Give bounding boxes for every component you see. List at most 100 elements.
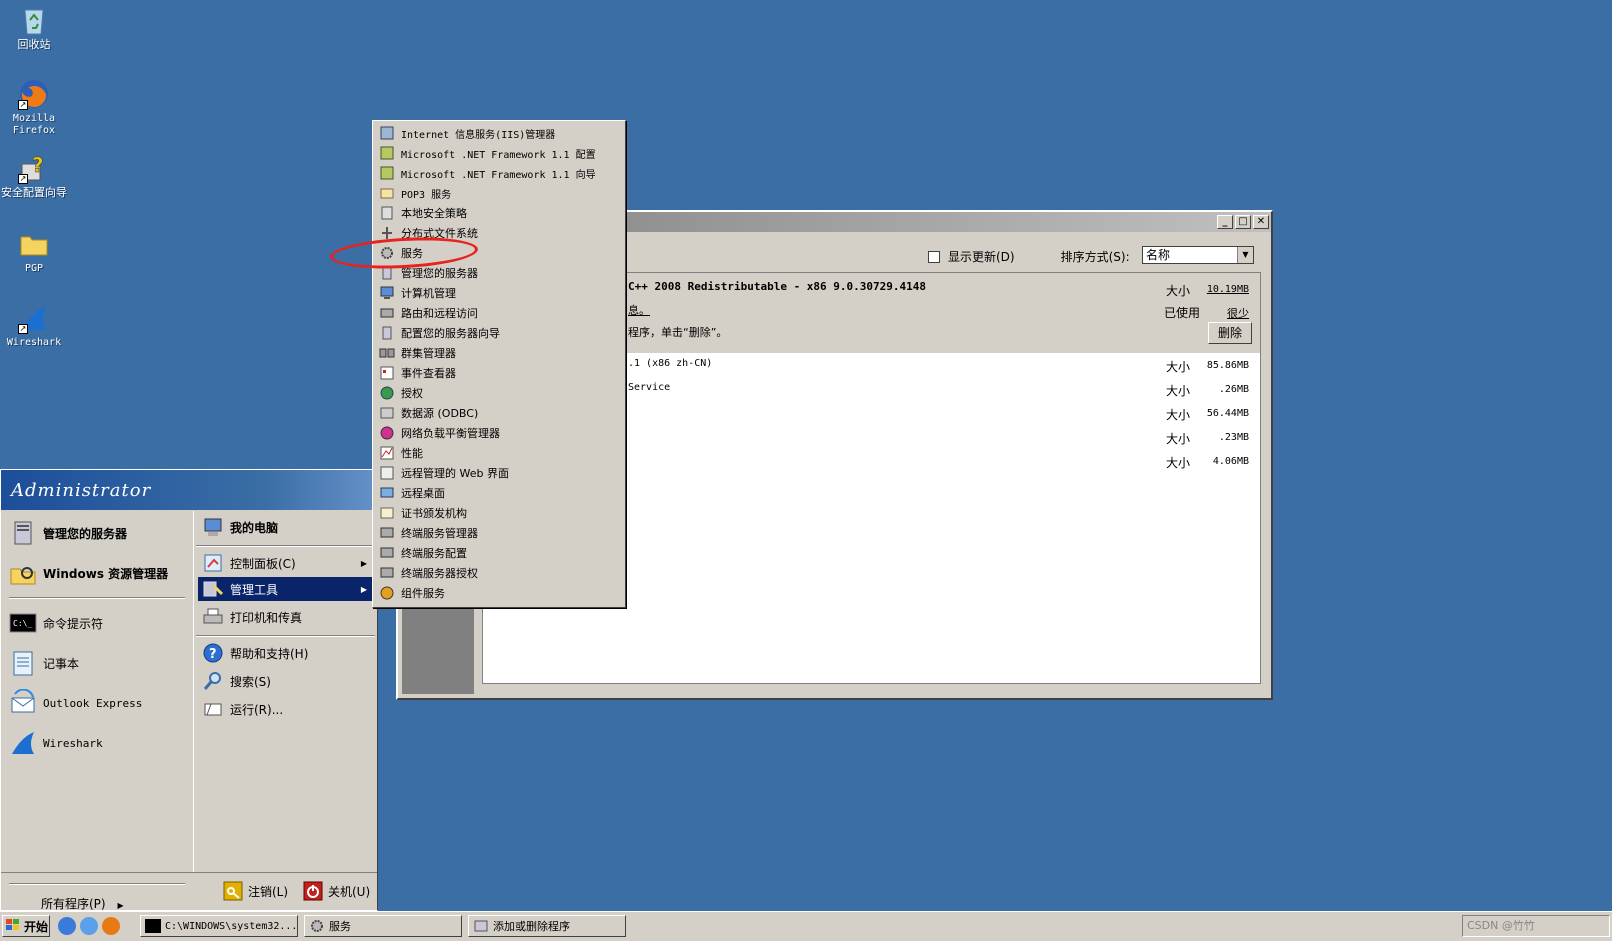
- net-framework-icon: [379, 165, 395, 181]
- start-button[interactable]: 开始: [2, 915, 50, 937]
- component-services-icon: [379, 585, 395, 601]
- menu-item-cluster-manager[interactable]: 群集管理器: [375, 343, 623, 363]
- help-icon: ?: [202, 642, 224, 664]
- desktop-icon-wireshark[interactable]: ↗ Wireshark: [0, 302, 68, 349]
- server-icon: [9, 519, 37, 547]
- desktop-icon-recycle-bin[interactable]: 回收站: [0, 4, 68, 51]
- menu-item-odbc[interactable]: 数据源 (ODBC): [375, 403, 623, 423]
- start-item-label: 帮助和支持(H): [230, 646, 309, 661]
- size-label: 大小: [1166, 456, 1191, 470]
- task-button-services[interactable]: 服务: [304, 915, 462, 937]
- menu-item-label: 授权: [401, 387, 423, 400]
- menu-item-local-security-policy[interactable]: 本地安全策略: [375, 203, 623, 223]
- task-label: 添加或删除程序: [493, 920, 570, 933]
- menu-item-manage-server[interactable]: 管理您的服务器: [375, 263, 623, 283]
- menu-item-computer-management[interactable]: 计算机管理: [375, 283, 623, 303]
- menu-item-event-viewer[interactable]: 事件查看器: [375, 363, 623, 383]
- remove-button[interactable]: 删除: [1208, 322, 1252, 344]
- menu-item-terminal-server-licensing[interactable]: 终端服务器授权: [375, 563, 623, 583]
- start-item-label: Outlook Express: [43, 696, 143, 710]
- start-item-label: 运行(R)...: [230, 702, 284, 717]
- menu-item-pop3[interactable]: POP3 服务: [375, 183, 623, 203]
- menu-item-label: 配置您的服务器向导: [401, 327, 500, 340]
- desktop-icon-firefox[interactable]: ↗ Mozilla Firefox: [0, 78, 68, 137]
- menu-item-routing[interactable]: 路由和远程访问: [375, 303, 623, 323]
- menu-item-component-services[interactable]: 组件服务: [375, 583, 623, 603]
- explorer-icon: [9, 559, 37, 587]
- start-menu: Administrator 管理您的服务器 Windows 资源管理器 C:\_…: [0, 469, 378, 911]
- menu-item-services[interactable]: 服务: [375, 243, 623, 263]
- task-button-cmd[interactable]: C:\WINDOWS\system32...: [140, 915, 298, 937]
- terminal-services-icon: [379, 545, 395, 561]
- menu-item-terminal-services-config[interactable]: 终端服务配置: [375, 543, 623, 563]
- maximize-button[interactable]: □: [1235, 215, 1251, 229]
- minimize-button[interactable]: _: [1217, 215, 1233, 229]
- logoff-button[interactable]: 注销(L): [223, 881, 288, 901]
- menu-item-performance[interactable]: 性能: [375, 443, 623, 463]
- watermark-text: CSDN @竹竹: [1467, 919, 1535, 932]
- menu-item-licensing[interactable]: 授权: [375, 383, 623, 403]
- odbc-icon: [379, 405, 395, 421]
- menu-item-net-wizard[interactable]: Microsoft .NET Framework 1.1 向导: [375, 163, 623, 183]
- menu-item-label: 分布式文件系统: [401, 227, 478, 240]
- start-item-cmd[interactable]: C:\_ 命令提示符: [9, 605, 103, 641]
- start-item-run[interactable]: 运行(R)...: [198, 697, 373, 721]
- support-info-link[interactable]: 息。: [628, 302, 650, 318]
- close-button[interactable]: ✕: [1253, 215, 1269, 229]
- ie-icon[interactable]: [58, 917, 76, 935]
- program-row-text[interactable]: Service: [628, 382, 670, 393]
- menu-item-label: 计算机管理: [401, 287, 456, 300]
- start-item-admin-tools[interactable]: 管理工具 ▶: [198, 577, 373, 601]
- desktop-icon-pgp[interactable]: PGP: [0, 228, 68, 275]
- menu-item-terminal-services-manager[interactable]: 终端服务管理器: [375, 523, 623, 543]
- task-label: 服务: [329, 920, 351, 933]
- desktop-icon-label: Wireshark: [6, 337, 62, 348]
- menu-item-remote-desktop[interactable]: 远程桌面: [375, 483, 623, 503]
- used-value[interactable]: 很少: [1227, 305, 1249, 321]
- selected-program-hint: 程序，单击“删除”。: [628, 326, 728, 339]
- sort-by-value: 名称: [1146, 248, 1171, 262]
- start-item-manage-server[interactable]: 管理您的服务器: [9, 515, 127, 551]
- web-admin-icon: [379, 465, 395, 481]
- menu-item-dfs[interactable]: 分布式文件系统: [375, 223, 623, 243]
- security-policy-icon: [379, 205, 395, 221]
- shutdown-button[interactable]: 关机(U): [303, 881, 370, 901]
- start-item-printers[interactable]: 打印机和传真: [198, 605, 373, 629]
- start-item-help[interactable]: ? 帮助和支持(H): [198, 641, 373, 665]
- start-label: 开始: [24, 919, 49, 934]
- menu-item-net-config[interactable]: Microsoft .NET Framework 1.1 配置: [375, 143, 623, 163]
- start-item-label: 记事本: [43, 656, 80, 671]
- menu-item-label: 终端服务器授权: [401, 567, 478, 580]
- menu-item-label: 服务: [401, 247, 423, 260]
- start-item-search[interactable]: 搜索(S): [198, 669, 373, 693]
- separator: [196, 635, 375, 637]
- start-item-notepad[interactable]: 记事本: [9, 645, 79, 681]
- outlook-express-icon[interactable]: [80, 917, 98, 935]
- start-item-my-computer[interactable]: 我的电脑: [198, 515, 373, 539]
- menu-item-label: 证书颁发机构: [401, 507, 467, 520]
- firefox-icon[interactable]: [102, 917, 120, 935]
- svg-text:?: ?: [32, 153, 44, 177]
- selected-program-name: C++ 2008 Redistributable - x86 9.0.30729…: [628, 280, 927, 293]
- start-item-wireshark[interactable]: Wireshark: [9, 725, 103, 761]
- start-item-label: 控制面板(C): [230, 556, 296, 571]
- quick-launch: [58, 917, 120, 935]
- size-value[interactable]: 10.19MB: [1207, 284, 1249, 295]
- menu-item-configure-server-wizard[interactable]: 配置您的服务器向导: [375, 323, 623, 343]
- menu-item-nlb-manager[interactable]: 网络负载平衡管理器: [375, 423, 623, 443]
- start-item-outlook-express[interactable]: Outlook Express: [9, 685, 142, 721]
- menu-item-remote-admin-web[interactable]: 远程管理的 Web 界面: [375, 463, 623, 483]
- logoff-icon: [223, 881, 243, 901]
- program-row-text[interactable]: .1 (x86 zh-CN): [628, 358, 712, 369]
- certificate-icon: [379, 505, 395, 521]
- menu-item-certificate-authority[interactable]: 证书颁发机构: [375, 503, 623, 523]
- start-item-control-panel[interactable]: 控制面板(C) ▶: [198, 551, 373, 575]
- show-updates-checkbox[interactable]: [928, 250, 940, 263]
- desktop-icon-security-wizard[interactable]: ? ↗ 安全配置向导: [0, 152, 68, 199]
- start-item-explorer[interactable]: Windows 资源管理器: [9, 555, 168, 591]
- sort-by-select[interactable]: 名称 ▼: [1142, 246, 1254, 264]
- performance-icon: [379, 445, 395, 461]
- task-button-add-remove[interactable]: 添加或删除程序: [468, 915, 626, 937]
- start-menu-system: 我的电脑 控制面板(C) ▶ 管理工具 ▶ 打印机和传真 ? 帮助和支持(H) …: [193, 511, 377, 872]
- menu-item-iis[interactable]: Internet 信息服务(IIS)管理器: [375, 123, 623, 143]
